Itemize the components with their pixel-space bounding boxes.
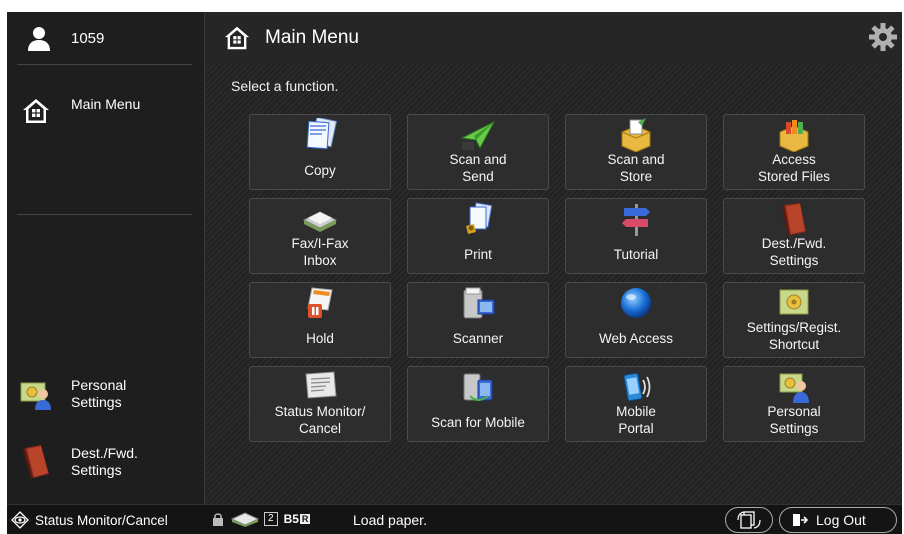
- tile-scan-for-mobile[interactable]: Scan for Mobile: [407, 366, 549, 442]
- settings-shortcut-icon: [779, 289, 809, 315]
- sidebar-item-main-menu[interactable]: Main Menu: [7, 90, 204, 132]
- tile-label: Dest./Fwd. Settings: [761, 236, 827, 268]
- main-content: Select a function. Copy Scan and Send Sc…: [205, 64, 902, 504]
- lock-icon: [213, 513, 223, 526]
- tile-tutorial[interactable]: Tutorial: [565, 198, 707, 274]
- stored-files-icon: [779, 120, 809, 152]
- personal-settings-icon-box: [19, 377, 53, 411]
- personal-settings-icon: [20, 382, 51, 410]
- sidebar-item-dest-fwd-settings[interactable]: Dest./Fwd. Settings: [7, 442, 204, 482]
- header-bar: Main Menu: [205, 12, 902, 64]
- tile-scan-and-store[interactable]: Scan and Store: [565, 114, 707, 190]
- globe-icon: [621, 288, 651, 318]
- tutorial-icon: [622, 204, 650, 236]
- tile-web-access[interactable]: Web Access: [565, 282, 707, 358]
- tile-label: Mobile Portal: [616, 404, 656, 436]
- sidebar: 1059 Main Menu Personal Settings Dest./F…: [7, 12, 205, 504]
- paper-size: B5: [283, 512, 299, 526]
- paper-orientation: R: [299, 514, 311, 524]
- instruction-text: Select a function.: [231, 78, 339, 94]
- home-icon-box: [19, 94, 53, 128]
- sidebar-dest-fwd-label: Dest./Fwd. Settings: [71, 445, 138, 478]
- tile-personal-settings[interactable]: Personal Settings: [723, 366, 865, 442]
- tile-label: Scan for Mobile: [431, 415, 525, 430]
- print-icon: [466, 202, 493, 234]
- paper-stack-icon: [230, 512, 260, 527]
- status-monitor-label: Status Monitor/Cancel: [35, 512, 168, 528]
- sidebar-main-menu-label: Main Menu: [71, 95, 141, 112]
- address-book-icon-box: [19, 445, 53, 479]
- status-bar: Status Monitor/Cancel 2 B5 R Load paper.: [7, 504, 902, 534]
- tile-status-monitor-cancel[interactable]: Status Monitor/ Cancel: [249, 366, 391, 442]
- hold-icon: [307, 287, 333, 318]
- fax-inbox-icon: [302, 211, 338, 232]
- tile-hold[interactable]: Hold: [249, 282, 391, 358]
- gear-icon[interactable]: [868, 22, 898, 52]
- status-monitor-button[interactable]: Status Monitor/Cancel: [11, 511, 168, 529]
- user-icon: [28, 27, 50, 51]
- copy-icon: [306, 118, 338, 150]
- tile-label: Status Monitor/ Cancel: [274, 404, 366, 436]
- scan-send-icon: [460, 120, 496, 150]
- mobile-portal-icon: [623, 372, 651, 402]
- logout-icon: [793, 514, 808, 526]
- status-monitor-eye-icon: [11, 511, 29, 529]
- tile-scan-and-send[interactable]: Scan and Send: [407, 114, 549, 190]
- home-icon: [224, 26, 250, 50]
- device-info-icon: [737, 511, 761, 529]
- status-message: Load paper.: [353, 512, 427, 528]
- counter-check-button[interactable]: [725, 507, 773, 533]
- tile-mobile-portal[interactable]: Mobile Portal: [565, 366, 707, 442]
- scan-mobile-icon: [463, 373, 493, 401]
- paper-tray-status: 2 B5 R: [212, 511, 311, 527]
- tile-print[interactable]: Print: [407, 198, 549, 274]
- sidebar-divider: [17, 64, 192, 65]
- sidebar-item-personal-settings[interactable]: Personal Settings: [7, 374, 204, 414]
- tile-label: Scan and Store: [607, 152, 665, 184]
- tile-label: Personal Settings: [767, 404, 821, 436]
- tile-label: Hold: [306, 331, 334, 346]
- tile-settings-regist-shortcut[interactable]: Settings/Regist. Shortcut: [723, 282, 865, 358]
- log-out-label: Log Out: [816, 512, 866, 528]
- personal-settings-icon: [779, 373, 809, 403]
- tile-label: Settings/Regist. Shortcut: [746, 320, 842, 352]
- tile-dest-fwd-settings[interactable]: Dest./Fwd. Settings: [723, 198, 865, 274]
- scan-store-icon: [621, 118, 651, 152]
- log-out-button[interactable]: Log Out: [779, 507, 897, 533]
- home-icon: [23, 99, 49, 123]
- tile-label: Scan and Send: [449, 152, 507, 184]
- tile-copy[interactable]: Copy: [249, 114, 391, 190]
- tile-label: Scanner: [452, 331, 504, 346]
- tile-label: Fax/I-Fax Inbox: [291, 236, 349, 268]
- tile-label: Copy: [304, 163, 336, 178]
- tile-fax-inbox[interactable]: Fax/I-Fax Inbox: [249, 198, 391, 274]
- user-id: 1059: [71, 29, 105, 47]
- user-login-info[interactable]: 1059: [7, 12, 204, 64]
- sidebar-personal-settings-label: Personal Settings: [71, 377, 127, 410]
- status-monitor-icon: [305, 371, 337, 399]
- tile-scanner[interactable]: Scanner: [407, 282, 549, 358]
- device-screen: 1059 Main Menu Personal Settings Dest./F…: [7, 12, 902, 534]
- tile-label: Print: [464, 247, 492, 262]
- tile-access-stored-files[interactable]: Access Stored Files: [723, 114, 865, 190]
- tile-label: Access Stored Files: [757, 152, 831, 184]
- address-book-icon: [23, 445, 49, 479]
- sidebar-divider: [17, 214, 192, 215]
- tile-label: Tutorial: [613, 247, 659, 262]
- tile-label: Web Access: [598, 331, 674, 346]
- tray-number: 2: [264, 512, 278, 526]
- address-book-icon: [782, 203, 806, 236]
- page-title: Main Menu: [265, 27, 359, 48]
- scanner-icon: [463, 287, 495, 319]
